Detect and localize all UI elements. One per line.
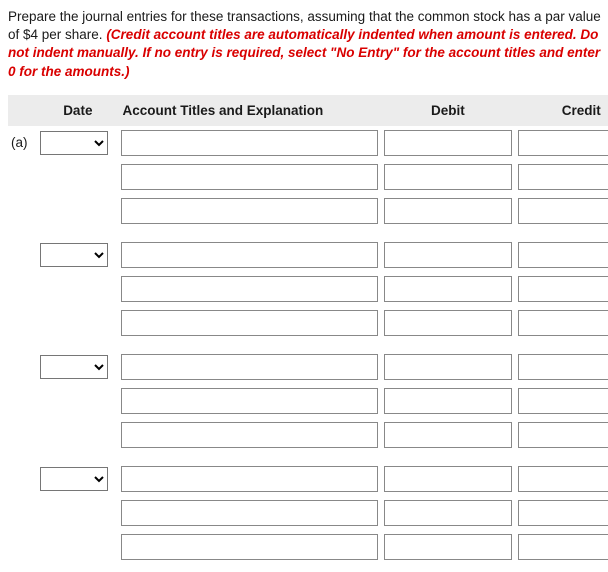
table-row (8, 384, 608, 418)
account-input[interactable] (121, 276, 378, 302)
table-row (8, 496, 608, 530)
account-input[interactable] (121, 310, 378, 336)
credit-input[interactable] (518, 500, 608, 526)
part-label: (a) (8, 126, 37, 160)
debit-input[interactable] (384, 310, 511, 336)
debit-input[interactable] (384, 466, 511, 492)
account-input[interactable] (121, 422, 378, 448)
credit-input[interactable] (518, 388, 608, 414)
table-row (8, 194, 608, 228)
date-select[interactable] (40, 355, 108, 379)
debit-input[interactable] (384, 388, 511, 414)
table-row (8, 228, 608, 272)
credit-input[interactable] (518, 198, 608, 224)
header-debit: Debit (381, 95, 514, 126)
debit-input[interactable] (384, 422, 511, 448)
table-row (8, 530, 608, 564)
debit-input[interactable] (384, 534, 511, 560)
account-input[interactable] (121, 130, 378, 156)
debit-input[interactable] (384, 130, 511, 156)
account-input[interactable] (121, 242, 378, 268)
debit-input[interactable] (384, 500, 511, 526)
table-row (8, 340, 608, 384)
table-row (8, 272, 608, 306)
credit-input[interactable] (518, 466, 608, 492)
account-input[interactable] (121, 466, 378, 492)
table-row (8, 452, 608, 496)
table-row: (a) (8, 126, 608, 160)
credit-input[interactable] (518, 242, 608, 268)
account-input[interactable] (121, 388, 378, 414)
debit-input[interactable] (384, 354, 511, 380)
credit-input[interactable] (518, 422, 608, 448)
journal-entry-table: Date Account Titles and Explanation Debi… (8, 95, 608, 564)
table-row (8, 306, 608, 340)
debit-input[interactable] (384, 242, 511, 268)
instructions-text: Prepare the journal entries for these tr… (8, 8, 608, 81)
credit-input[interactable] (518, 534, 608, 560)
table-row (8, 418, 608, 452)
account-input[interactable] (121, 198, 378, 224)
credit-input[interactable] (518, 164, 608, 190)
credit-input[interactable] (518, 276, 608, 302)
date-select[interactable] (40, 131, 108, 155)
table-header-row: Date Account Titles and Explanation Debi… (8, 95, 608, 126)
header-account: Account Titles and Explanation (118, 95, 381, 126)
date-select[interactable] (40, 467, 108, 491)
debit-input[interactable] (384, 164, 511, 190)
header-blank (8, 95, 37, 126)
credit-input[interactable] (518, 310, 608, 336)
account-input[interactable] (121, 164, 378, 190)
account-input[interactable] (121, 534, 378, 560)
header-credit: Credit (515, 95, 608, 126)
date-select[interactable] (40, 243, 108, 267)
credit-input[interactable] (518, 130, 608, 156)
debit-input[interactable] (384, 276, 511, 302)
credit-input[interactable] (518, 354, 608, 380)
header-date: Date (37, 95, 118, 126)
table-row (8, 160, 608, 194)
account-input[interactable] (121, 354, 378, 380)
debit-input[interactable] (384, 198, 511, 224)
account-input[interactable] (121, 500, 378, 526)
